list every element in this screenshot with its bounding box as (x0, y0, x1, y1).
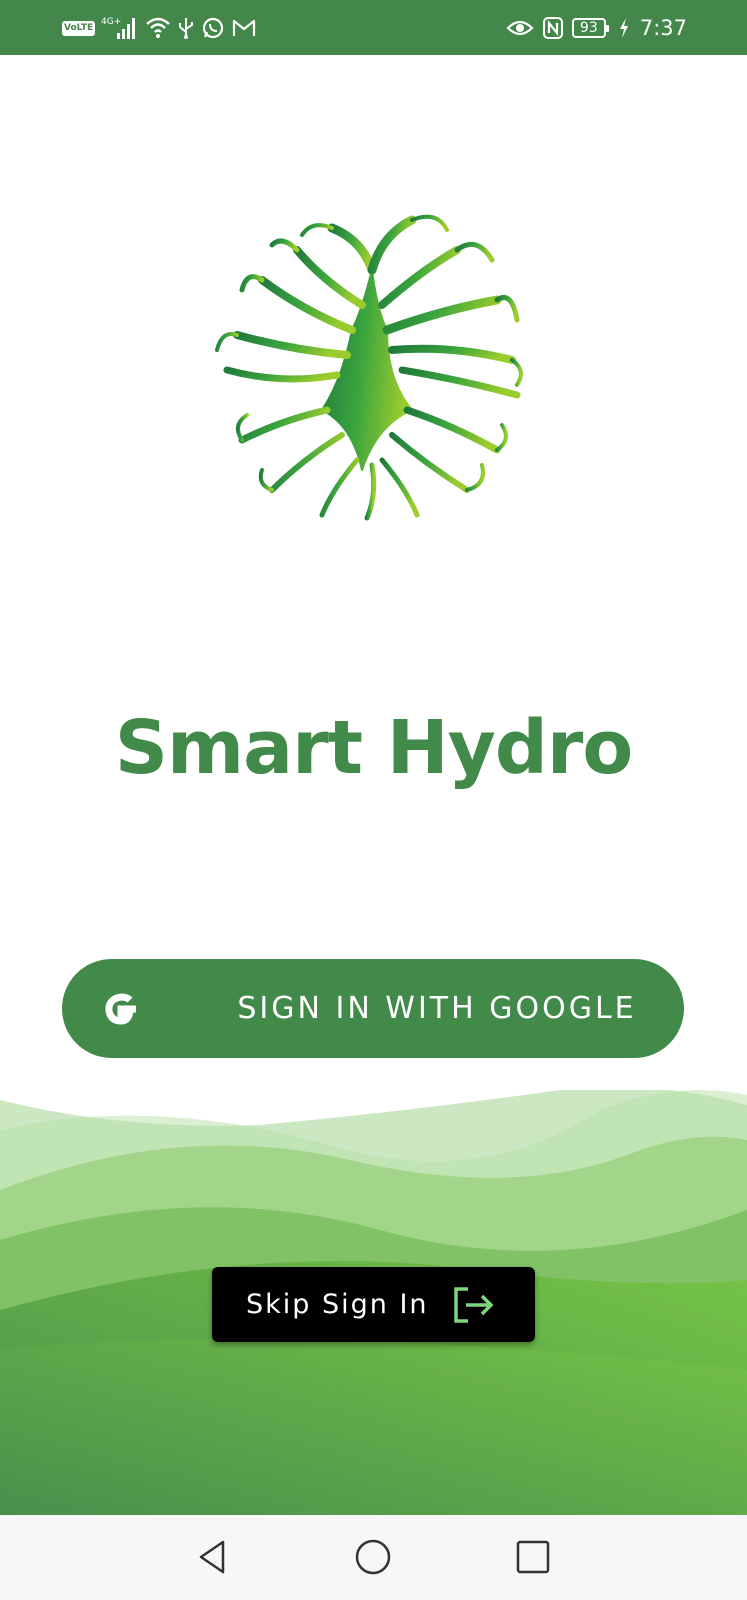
app-title: Smart Hydro (114, 705, 633, 791)
skip-button-label: Skip Sign In (246, 1289, 429, 1320)
home-icon[interactable] (353, 1537, 393, 1577)
eye-icon (506, 18, 534, 38)
whatsapp-icon (201, 16, 225, 40)
status-left: VoLTE 4G+ (62, 14, 257, 42)
wifi-icon (145, 16, 171, 40)
tree-logo (215, 214, 523, 521)
usb-icon (177, 16, 195, 40)
google-button-label: SIGN IN WITH GOOGLE (237, 991, 637, 1026)
signal-icon: 4G+ (101, 15, 139, 41)
recents-icon[interactable] (513, 1537, 553, 1577)
network-type-label: 4G+ (101, 17, 121, 27)
battery-icon: 93 (571, 18, 609, 38)
gmail-icon (231, 17, 257, 39)
status-bar: VoLTE 4G+ 93 7:37 (0, 0, 747, 55)
exit-icon (454, 1287, 494, 1323)
nfc-icon (542, 16, 564, 40)
back-icon[interactable] (193, 1537, 233, 1577)
charging-icon (618, 17, 630, 39)
clock: 7:37 (639, 16, 687, 40)
status-right: 93 7:37 (506, 14, 687, 42)
volte-icon: VoLTE (62, 20, 96, 36)
system-nav-bar (0, 1515, 747, 1600)
google-sign-in-button[interactable]: SIGN IN WITH GOOGLE (62, 959, 684, 1058)
skip-sign-in-button[interactable]: Skip Sign In (212, 1267, 535, 1342)
google-icon (105, 993, 136, 1025)
